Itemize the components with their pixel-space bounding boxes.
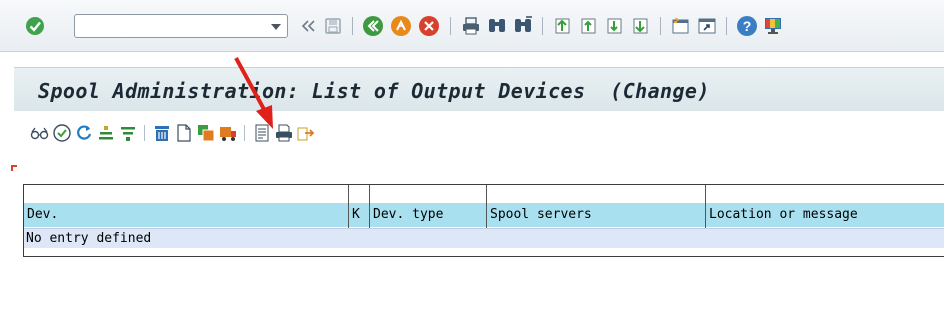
- print-icon[interactable]: [460, 15, 482, 37]
- chevron-down-icon[interactable]: [271, 24, 281, 30]
- title-bar: Spool Administration: List of Output Dev…: [14, 67, 944, 111]
- first-page-icon[interactable]: [552, 15, 574, 37]
- filter-icon[interactable]: [118, 123, 138, 143]
- glasses-display-icon[interactable]: [30, 123, 50, 143]
- cancel-icon[interactable]: [418, 15, 440, 37]
- check-icon[interactable]: [52, 123, 72, 143]
- shortcut-icon[interactable]: [696, 15, 718, 37]
- table-row: No entry defined: [24, 228, 944, 248]
- command-field[interactable]: [74, 14, 288, 38]
- find-icon[interactable]: [486, 15, 508, 37]
- create-icon[interactable]: [174, 123, 194, 143]
- svg-text:?: ?: [743, 18, 752, 34]
- column-header-k[interactable]: K: [349, 185, 370, 228]
- column-header-spool-servers[interactable]: Spool servers: [487, 185, 706, 228]
- application-toolbar: [14, 111, 944, 155]
- find-next-icon[interactable]: [512, 15, 534, 37]
- export-icon[interactable]: [296, 123, 316, 143]
- new-session-icon[interactable]: [670, 15, 692, 37]
- back-nav-icon[interactable]: [300, 15, 316, 37]
- empty-message: No entry defined: [26, 231, 152, 246]
- system-toolbar: ?: [0, 0, 944, 52]
- next-page-icon[interactable]: [604, 15, 626, 37]
- copy-icon[interactable]: [196, 123, 216, 143]
- column-label: K: [352, 207, 360, 222]
- focus-corner-marker: [11, 165, 17, 171]
- enter-icon[interactable]: [24, 15, 46, 37]
- sort-ascending-icon[interactable]: [96, 123, 116, 143]
- output-devices-table: Dev. K Dev. type Spool servers Location …: [23, 184, 944, 257]
- save-icon[interactable]: [322, 15, 344, 37]
- column-label: Spool servers: [490, 207, 592, 222]
- customize-layout-icon[interactable]: [762, 15, 784, 37]
- page-title: Spool Administration: List of Output Dev…: [38, 79, 710, 103]
- help-icon[interactable]: ?: [736, 15, 758, 37]
- column-label: Location or message: [709, 207, 858, 222]
- column-label: Dev.: [27, 207, 59, 222]
- back-icon[interactable]: [362, 15, 384, 37]
- command-input[interactable]: [79, 16, 269, 36]
- previous-page-icon[interactable]: [578, 15, 600, 37]
- sap-window: ? Spool Administration: List of Output D…: [0, 0, 944, 328]
- last-page-icon[interactable]: [630, 15, 652, 37]
- column-header-dev[interactable]: Dev.: [24, 185, 349, 228]
- annotation-arrow: [234, 57, 273, 129]
- column-header-dev-type[interactable]: Dev. type: [370, 185, 487, 228]
- delete-icon[interactable]: [152, 123, 172, 143]
- refresh-icon[interactable]: [74, 123, 94, 143]
- column-header-location[interactable]: Location or message: [706, 185, 944, 228]
- column-label: Dev. type: [373, 207, 444, 222]
- exit-icon[interactable]: [390, 15, 412, 37]
